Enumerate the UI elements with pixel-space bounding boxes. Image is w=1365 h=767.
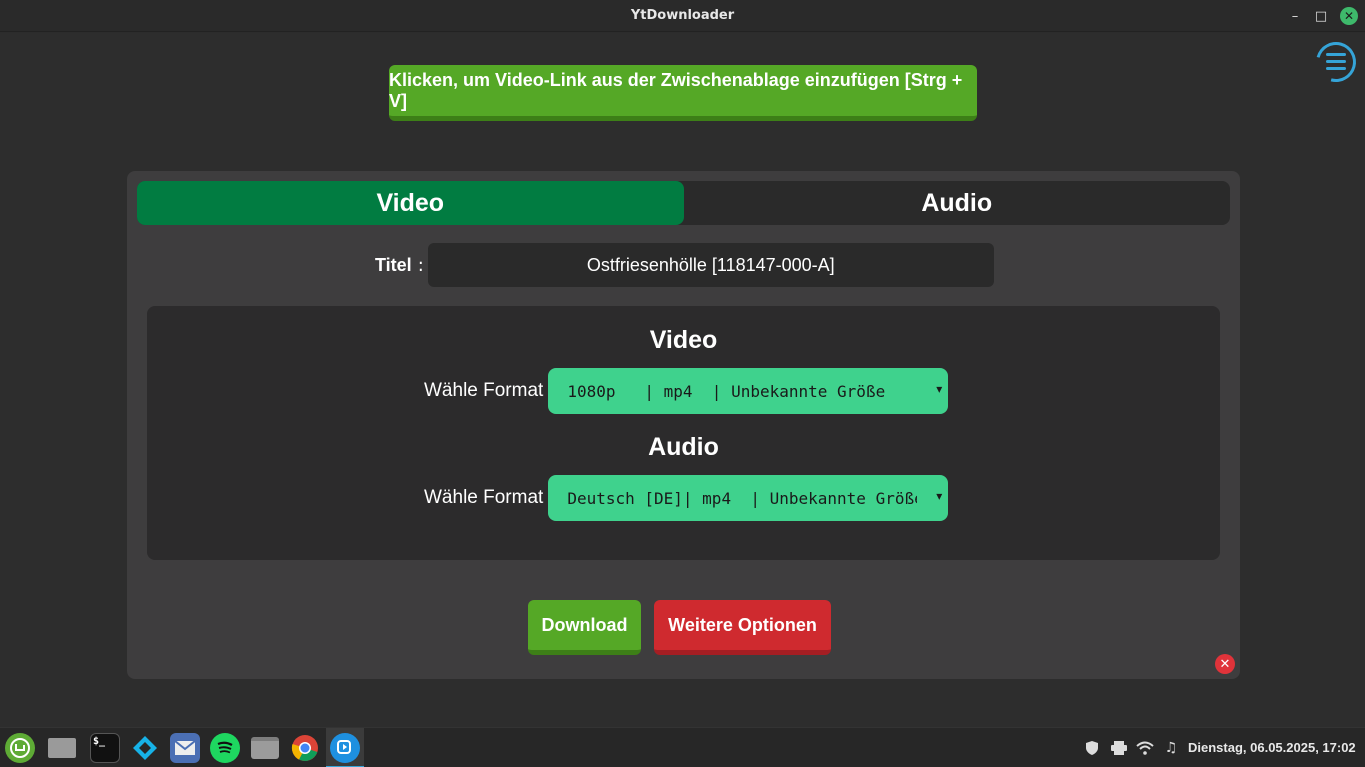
video-format-row: Wähle Format 1080p | mp4 | Unbekannte Gr… bbox=[424, 368, 949, 414]
mail-icon[interactable] bbox=[170, 733, 200, 763]
mint-menu-icon[interactable] bbox=[5, 733, 35, 763]
more-options-button[interactable]: Weitere Optionen bbox=[654, 600, 831, 655]
terminal-icon[interactable]: $_ bbox=[90, 733, 120, 763]
tab-video[interactable]: Video bbox=[137, 181, 684, 225]
format-selection-box: Video Wähle Format 1080p | mp4 | Unbekan… bbox=[147, 306, 1220, 560]
title-label: Titel bbox=[375, 254, 412, 275]
music-icon[interactable]: ♫ bbox=[1162, 739, 1180, 757]
maximize-button[interactable]: □ bbox=[1312, 7, 1330, 25]
printer-icon[interactable] bbox=[1110, 739, 1128, 757]
taskbar: $_ ♫ Dienstag, 06.05.2025, 17:02 bbox=[0, 727, 1365, 767]
hamburger-icon bbox=[1326, 53, 1346, 71]
close-window-button[interactable]: ✕ bbox=[1340, 7, 1358, 25]
paste-link-button[interactable]: Klicken, um Video-Link aus der Zwischena… bbox=[389, 65, 977, 121]
wifi-icon[interactable] bbox=[1136, 739, 1154, 757]
files-icon[interactable] bbox=[250, 733, 280, 763]
video-format-value: 1080p | mp4 | Unbekannte Größe bbox=[567, 381, 886, 401]
close-icon[interactable]: ✕ bbox=[1215, 654, 1235, 674]
kodi-icon[interactable] bbox=[130, 733, 160, 763]
download-button[interactable]: Download bbox=[528, 600, 641, 655]
window-titlebar: YtDownloader – □ ✕ bbox=[0, 0, 1365, 32]
audio-format-label: Wähle Format bbox=[424, 487, 544, 508]
video-heading: Video bbox=[649, 326, 718, 354]
video-format-select[interactable]: 1080p | mp4 | Unbekannte Größe ▾ bbox=[548, 368, 949, 414]
ytdownloader-icon[interactable] bbox=[330, 733, 360, 763]
download-panel: Video Audio Titel : Ostfriesenhölle [118… bbox=[127, 171, 1240, 679]
app-content: Klicken, um Video-Link aus der Zwischena… bbox=[0, 33, 1365, 727]
audio-format-select[interactable]: Deutsch [DE]| mp4 | Unbekannte Größe ▾ bbox=[548, 475, 949, 521]
title-colon: : bbox=[417, 254, 424, 276]
chevron-down-icon: ▾ bbox=[936, 489, 943, 503]
video-format-label: Wähle Format bbox=[424, 380, 544, 401]
mode-tabs: Video Audio bbox=[137, 181, 1230, 225]
title-row: Titel : Ostfriesenhölle [118147-000-A] bbox=[375, 243, 994, 287]
audio-heading: Audio bbox=[648, 433, 719, 461]
audio-format-row: Wähle Format Deutsch [DE]| mp4 | Unbekan… bbox=[424, 475, 949, 521]
audio-format-value: Deutsch [DE]| mp4 | Unbekannte Größe bbox=[567, 488, 918, 508]
spotify-icon[interactable] bbox=[210, 733, 240, 763]
title-field[interactable]: Ostfriesenhölle [118147-000-A] bbox=[427, 243, 994, 287]
window-title: YtDownloader bbox=[630, 8, 735, 23]
tab-audio[interactable]: Audio bbox=[684, 181, 1231, 225]
desktop-icon[interactable] bbox=[47, 733, 77, 763]
chrome-icon[interactable] bbox=[290, 733, 320, 763]
chevron-down-icon: ▾ bbox=[936, 382, 943, 396]
shield-icon[interactable] bbox=[1083, 739, 1101, 757]
clock[interactable]: Dienstag, 06.05.2025, 17:02 bbox=[1188, 740, 1356, 755]
minimize-button[interactable]: – bbox=[1286, 7, 1304, 25]
